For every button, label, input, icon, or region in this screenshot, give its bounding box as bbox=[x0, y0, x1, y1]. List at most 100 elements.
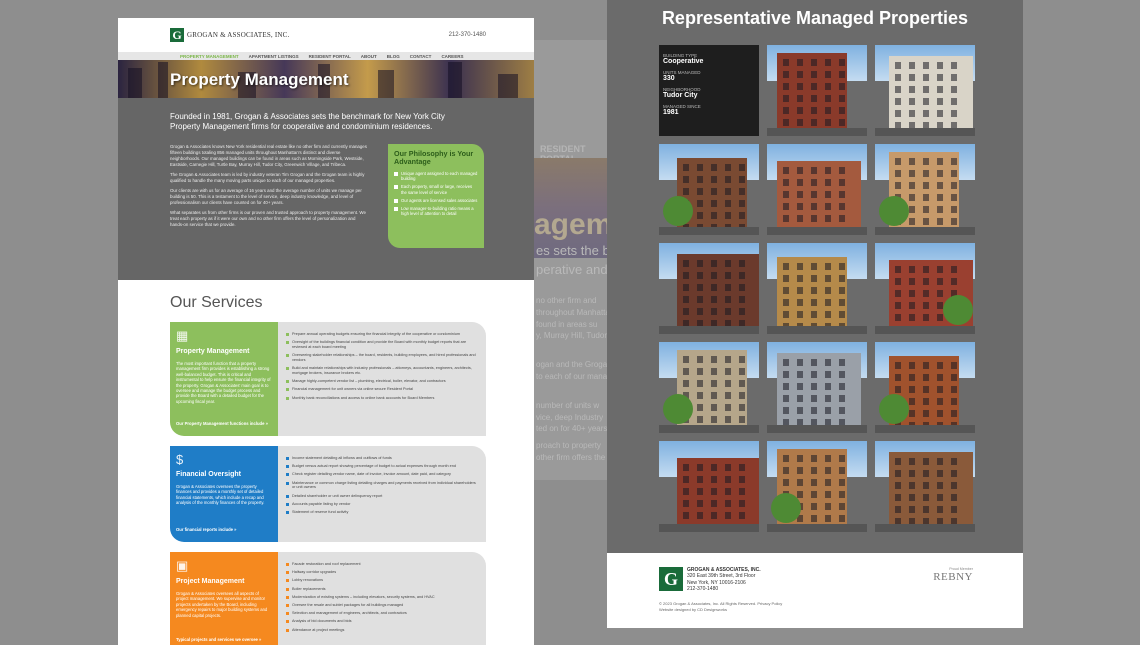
nav-contact[interactable]: CONTACT bbox=[410, 54, 432, 59]
hero-banner: Property Management bbox=[118, 60, 534, 98]
info-value: Tudor City bbox=[663, 92, 698, 99]
service-bullet: Manage highly-competent vendor list – pl… bbox=[286, 379, 478, 384]
service-link[interactable]: Our Property Management functions includ… bbox=[176, 421, 268, 426]
property-photo[interactable] bbox=[767, 441, 867, 532]
property-photo[interactable] bbox=[875, 342, 975, 433]
bullet-icon bbox=[286, 612, 289, 616]
bg-text-line: es sets the b bbox=[536, 243, 610, 258]
service-summary: $ Financial Oversight Grogan & Associate… bbox=[170, 446, 278, 542]
intro-paragraph: The Grogan & Associates team is led by i… bbox=[170, 172, 365, 183]
philosophy-item: Unique agent assigned to each managed bu… bbox=[394, 171, 478, 181]
property-photo[interactable] bbox=[875, 45, 975, 136]
bullet-icon bbox=[286, 388, 289, 392]
header-phone[interactable]: 212-370-1480 bbox=[449, 32, 486, 38]
nav-property-management[interactable]: PROPERTY MANAGEMENT bbox=[180, 54, 239, 59]
service-desc: Grogan & Associates oversees all aspects… bbox=[176, 591, 268, 618]
rebny-logo: REBNY bbox=[933, 571, 973, 583]
bg-text-line: other firm offers the bbox=[536, 453, 606, 462]
intro-lead: Founded in 1981, Grogan & Associates set… bbox=[170, 112, 445, 131]
footer-address-line: 320 East 39th Street, 3rd Floor bbox=[687, 573, 756, 580]
building-icon: ▦ bbox=[176, 328, 189, 343]
service-link[interactable]: Our financial reports include » bbox=[176, 527, 237, 532]
site-logo[interactable]: G GROGAN & ASSOCIATES, INC. bbox=[170, 28, 289, 42]
nav-careers[interactable]: CAREERS bbox=[441, 54, 463, 59]
nav-blog[interactable]: BLOG bbox=[387, 54, 400, 59]
bullet-icon bbox=[286, 367, 289, 371]
intro-body: Grogan & Associates knows New York resid… bbox=[170, 144, 370, 232]
philosophy-item: Our agents are licensed sales associates bbox=[394, 198, 478, 203]
philosophy-item-text: Our agents are licensed sales associates bbox=[401, 197, 478, 203]
property-photo[interactable] bbox=[767, 243, 867, 334]
bullet-text: Modernization of existing systems – incl… bbox=[292, 594, 435, 599]
bg-text-line: found in areas su bbox=[536, 320, 598, 329]
bullet-text: Budget versus actual report showing perc… bbox=[292, 464, 457, 469]
service-bullets: Income statement detailing all inflows a… bbox=[278, 446, 486, 542]
bullet-text: Check register detailing vendor name, da… bbox=[292, 472, 451, 477]
service-bullets: Prepare annual operating budgets ensurin… bbox=[278, 322, 486, 436]
properties-title: Representative Managed Properties bbox=[661, 8, 969, 28]
property-photo[interactable] bbox=[659, 144, 759, 235]
service-link[interactable]: Typical projects and services we oversee… bbox=[176, 637, 261, 642]
service-name: Project Management bbox=[176, 578, 245, 585]
service-bullet: Check register detailing vendor name, da… bbox=[286, 472, 478, 477]
bg-text-line: no other firm and bbox=[536, 296, 597, 305]
bullet-icon bbox=[286, 457, 289, 460]
bullet-icon bbox=[286, 502, 289, 506]
bg-text-line: number of units w bbox=[536, 401, 600, 410]
bullet-text: Boiler replacements bbox=[292, 586, 326, 591]
designer-credit[interactable]: Website designed by CD Designworks bbox=[659, 607, 782, 613]
property-photo[interactable] bbox=[875, 441, 975, 532]
main-nav: PROPERTY MANAGEMENT APARTMENT LISTINGS R… bbox=[118, 52, 534, 60]
property-photo[interactable] bbox=[767, 45, 867, 136]
logo-g-icon: G bbox=[170, 28, 184, 42]
nav-resident-portal[interactable]: RESIDENT PORTAL bbox=[309, 54, 351, 59]
property-photo[interactable] bbox=[659, 243, 759, 334]
bullet-icon bbox=[286, 603, 289, 607]
bullet-text: Selection and management of engineers, a… bbox=[292, 611, 407, 616]
bullet-text: Lobby renovations bbox=[292, 578, 324, 583]
service-bullet: Income statement detailing all inflows a… bbox=[286, 456, 478, 461]
service-bullet: Boiler replacements bbox=[286, 587, 478, 592]
property-photo[interactable] bbox=[875, 144, 975, 235]
philosophy-card: Our Philosophy is Your Advantage Unique … bbox=[388, 144, 484, 248]
service-bullet: Oversee the resale and sublet packages f… bbox=[286, 603, 478, 608]
service-bullet: Build and maintain relationships with in… bbox=[286, 366, 478, 376]
site-header: G GROGAN & ASSOCIATES, INC. 212-370-1480 bbox=[118, 18, 534, 52]
service-desc: The most important function that a prope… bbox=[176, 361, 271, 404]
intro-paragraph: Our clients are with us for an average o… bbox=[170, 188, 362, 205]
bg-text-line: throughout Manhatta bbox=[536, 308, 610, 317]
bullet-text: Analysis of bid documents and bids bbox=[292, 619, 352, 624]
bg-text-line: proach to property bbox=[536, 441, 601, 450]
service-bullets: Facade restoration and roof replacement … bbox=[278, 552, 486, 645]
intro-section: Founded in 1981, Grogan & Associates set… bbox=[118, 98, 534, 280]
service-bullet: Facade restoration and roof replacement bbox=[286, 562, 478, 567]
property-info-tile[interactable]: BUILDING TYPE Cooperative UNITS MANAGED … bbox=[659, 45, 759, 136]
property-photo[interactable] bbox=[875, 243, 975, 334]
bg-text-line: y, Murray Hill, Tudor bbox=[536, 331, 607, 340]
service-bullet: Attendance at project meetings bbox=[286, 628, 478, 633]
checkbox-icon bbox=[394, 198, 398, 203]
intro-paragraph: Grogan & Associates knows New York resid… bbox=[170, 144, 367, 167]
property-photo[interactable] bbox=[659, 342, 759, 433]
bullet-text: Accounts payable listing by vendor bbox=[292, 501, 351, 506]
service-name: Financial Oversight bbox=[176, 471, 241, 478]
footer-copyright: © 2023 Grogan & Associates, Inc. All Rig… bbox=[659, 601, 782, 613]
bg-text-line: perative and bbox=[536, 262, 608, 277]
service-bullet: Hallway corridor upgrades bbox=[286, 570, 478, 575]
philosophy-item: Each property, small or large, receives … bbox=[394, 184, 478, 195]
nav-about[interactable]: ABOUT bbox=[361, 54, 377, 59]
footer-phone[interactable]: 212-370-1480 bbox=[687, 586, 761, 592]
bullet-icon bbox=[286, 380, 289, 384]
bullet-icon bbox=[286, 465, 289, 469]
property-photo[interactable] bbox=[659, 441, 759, 532]
bullet-icon bbox=[286, 510, 289, 514]
bullet-text: Maintenance or common charge listing det… bbox=[292, 480, 476, 490]
philosophy-item-text: Low manager-to-building ratio means a hi… bbox=[401, 206, 474, 217]
service-bullet: Maintenance or common charge listing det… bbox=[286, 481, 478, 491]
nav-apartment-listings[interactable]: APARTMENT LISTINGS bbox=[249, 54, 299, 59]
bullet-icon bbox=[286, 396, 289, 400]
property-photo[interactable] bbox=[767, 342, 867, 433]
property-photo[interactable] bbox=[767, 144, 867, 235]
footer-logo[interactable]: G GROGAN & ASSOCIATES, INC. 320 East 39t… bbox=[659, 567, 761, 593]
bullet-icon bbox=[286, 628, 289, 632]
